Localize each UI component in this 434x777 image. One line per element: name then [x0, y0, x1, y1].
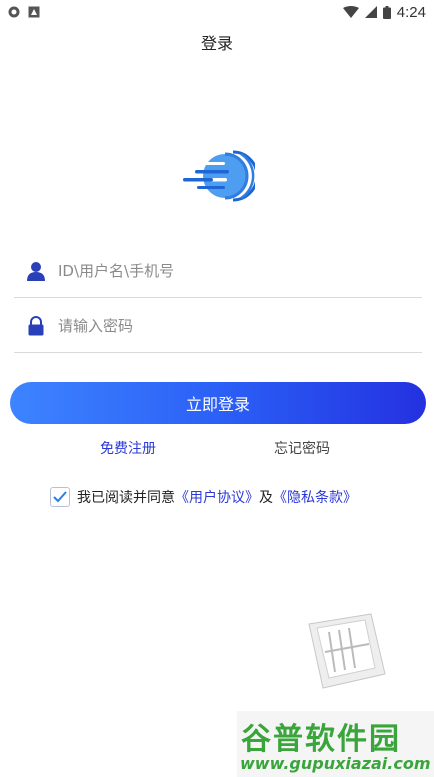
- status-bar: 4:24: [0, 0, 434, 24]
- watermark-title: 谷普软件园: [241, 722, 401, 757]
- status-time: 4:24: [396, 3, 426, 21]
- password-field: [14, 299, 422, 353]
- watermark: 谷普软件园 www.gupuxiazai.com: [237, 711, 434, 777]
- app-logo-icon: [183, 150, 255, 202]
- checkmark-icon: [53, 491, 67, 503]
- user-agreement-link[interactable]: 《用户协议》: [175, 487, 259, 507]
- forgot-password-link[interactable]: 忘记密码: [274, 438, 330, 458]
- wifi-icon: [342, 6, 359, 18]
- lock-icon: [28, 315, 44, 335]
- user-icon: [27, 261, 45, 281]
- signal-icon: [364, 6, 377, 18]
- agreement-text: 我已阅读并同意: [77, 490, 175, 506]
- status-left: [8, 6, 40, 18]
- privacy-policy-link[interactable]: 《隐私条款》: [273, 487, 357, 507]
- username-field: [14, 244, 422, 298]
- agreement-checkbox[interactable]: [50, 487, 70, 507]
- app-notification-icon: [28, 6, 40, 18]
- password-input[interactable]: [58, 316, 398, 335]
- battery-icon: [382, 5, 391, 19]
- username-input[interactable]: [58, 261, 398, 280]
- agreement-conjunction: 及: [259, 490, 273, 506]
- status-right: 4:24: [342, 3, 426, 21]
- page-title: 登录: [200, 34, 233, 53]
- login-button[interactable]: 立即登录: [10, 382, 426, 424]
- shield-icon: [8, 6, 20, 18]
- register-link[interactable]: 免费注册: [100, 438, 156, 458]
- watermark-url: www.gupuxiazai.com: [240, 754, 431, 773]
- agreement-row: 我已阅读并同意 《用户协议》 及 《隐私条款》: [50, 487, 357, 507]
- watermark-graphic-icon: [308, 613, 386, 689]
